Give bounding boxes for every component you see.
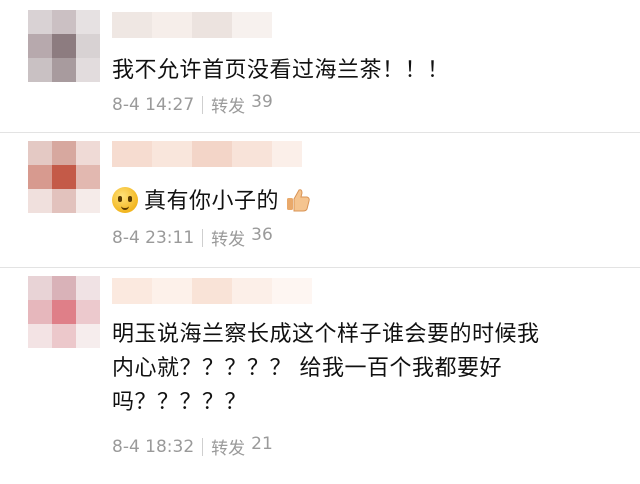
comment-text: 真有你小子的 [144, 189, 280, 214]
repost-count: 39 [251, 92, 273, 112]
repost-count: 21 [251, 434, 273, 454]
username-blurred[interactable] [112, 278, 312, 304]
repost-count: 36 [251, 225, 273, 245]
avatar[interactable] [28, 276, 100, 348]
comment-item: 我不允许首页没看过海兰茶！！！ 8-4 14:27 转发 39 [0, 0, 640, 132]
repost-label: 转发 [211, 97, 246, 117]
repost-label: 转发 [211, 439, 246, 459]
username-blurred[interactable] [112, 141, 302, 167]
comment-meta: 8-4 18:32 转发 21 [112, 434, 273, 459]
comment-meta: 8-4 14:27 转发 39 [112, 92, 273, 117]
comment-time: 8-4 14:27 [112, 94, 195, 115]
comment-text-line: 明玉说海兰察长成这个样子谁会要的时候我 [112, 322, 540, 347]
comment-text-row: 真有你小子的 [112, 185, 311, 219]
comment-item: 明玉说海兰察长成这个样子谁会要的时候我 内心就？？？？？ 给我一百个我都要好 吗… [0, 268, 640, 484]
divider [202, 95, 204, 114]
divider [202, 437, 204, 456]
comment-time: 8-4 18:32 [112, 436, 195, 457]
repost-label: 转发 [211, 230, 246, 250]
repost-button[interactable]: 转发 39 [211, 92, 273, 117]
username-blurred[interactable] [112, 12, 272, 38]
repost-button[interactable]: 转发 21 [211, 434, 273, 459]
divider [202, 228, 204, 247]
thinking-face-icon [112, 187, 138, 213]
comment-text-line: 内心就？？？？？ 给我一百个我都要好 [112, 356, 502, 381]
avatar[interactable] [28, 10, 100, 82]
comment-text-line: 吗？？？？？ [112, 390, 248, 415]
repost-button[interactable]: 转发 36 [211, 225, 273, 250]
thumbs-up-icon [285, 187, 311, 213]
comment-meta: 8-4 23:11 转发 36 [112, 225, 273, 250]
avatar[interactable] [28, 141, 100, 213]
comment-item: 真有你小子的 8-4 23:11 转发 36 [0, 133, 640, 267]
comment-text: 我不允许首页没看过海兰茶！！！ [112, 58, 450, 83]
comment-time: 8-4 23:11 [112, 227, 195, 248]
